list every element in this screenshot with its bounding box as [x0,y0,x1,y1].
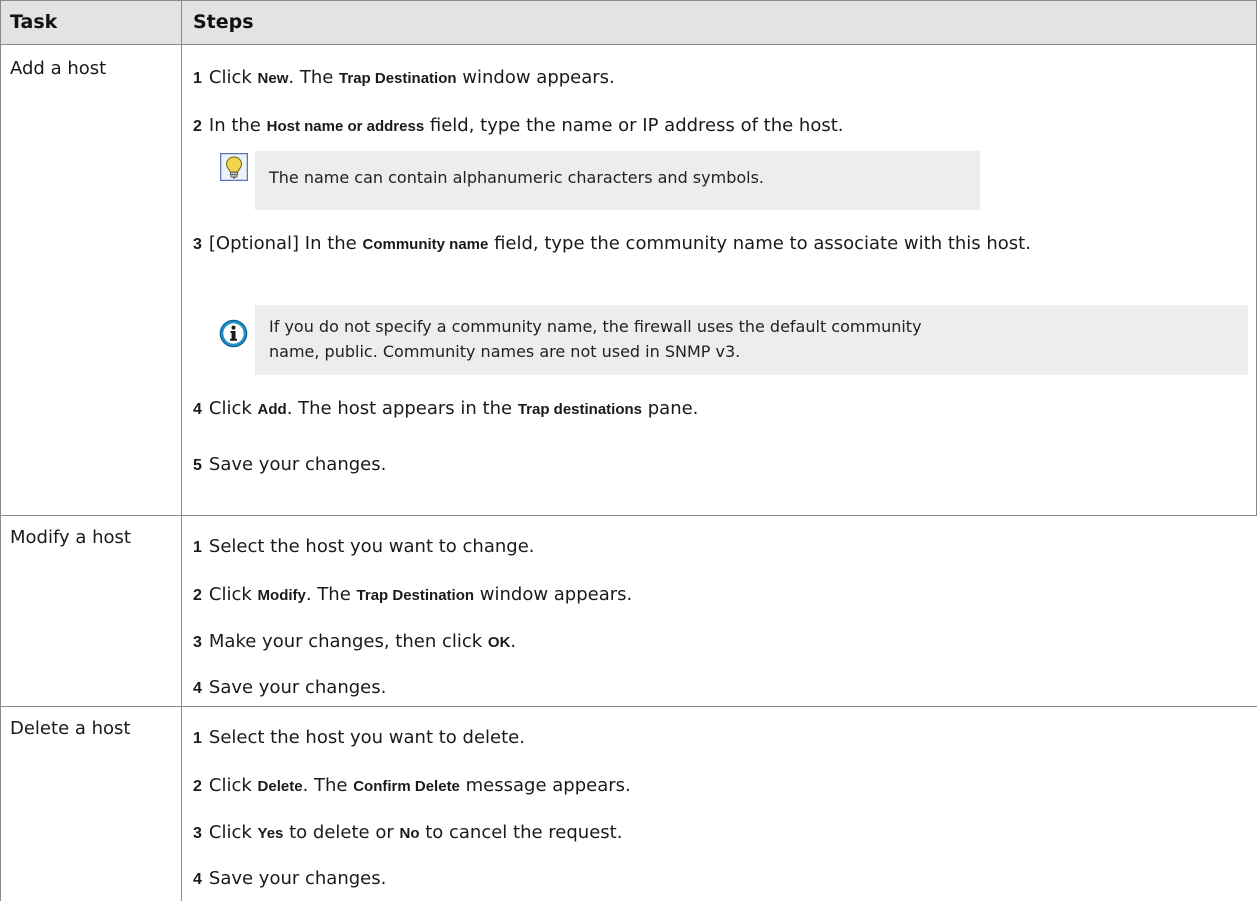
ui-term: Trap Destination [339,70,457,87]
step-number: 3 [193,825,202,842]
note-callout: If you do not specify a community name, … [255,305,1248,375]
step-text: Click [208,67,258,88]
step-text: Save your changes. [208,677,387,698]
step-number: 2 [193,118,202,135]
step-item: 4 Save your changes. [193,867,386,892]
step-item: 2 Click Modify. The Trap Destination wind… [193,583,632,608]
header-divider [0,44,1257,45]
ui-term: Trap Destination [356,587,475,604]
border-left [0,0,1,901]
task-cell: Add a host [10,58,107,79]
step-text: . The [302,775,354,796]
step-item: 3 Click Yes to delete or No to cancel the… [193,821,622,846]
lightbulb-icon [219,152,249,185]
step-item: 2 Click Delete. The Confirm Delete messag… [193,774,631,799]
ui-term: Community name [362,236,489,253]
step-text: field, type the community name to associ… [488,233,1031,254]
ui-term: Confirm Delete [353,778,460,795]
step-item: 1 Select the host you want to delete. [193,726,525,751]
task-cell: Delete a host [10,718,131,739]
step-text: pane. [642,398,699,419]
step-number: 2 [193,778,202,795]
step-number: 3 [193,236,202,253]
ui-term: Trap destinations [517,401,643,418]
step-text: message appears. [459,775,631,796]
step-text: window appears. [456,67,615,88]
ui-term: Add [257,401,287,418]
ui-term: Modify [257,587,306,604]
step-number: 2 [193,587,202,604]
step-number: 4 [193,680,202,697]
step-item: 5 Save your changes. [193,453,386,478]
step-text: Save your changes. [208,868,387,889]
step-number: 4 [193,401,202,418]
step-item: 2 In the Host name or address field, type… [193,114,844,139]
step-text: . The host appears in the [286,398,518,419]
ui-term: Host name or address [266,118,425,135]
ui-term: OK [487,634,511,651]
step-text: . [510,631,517,652]
tip-callout: The name can contain alphanumeric charac… [255,151,980,210]
note-text: If you do not specify a community name, … [269,317,922,336]
step-text: to delete or [283,822,400,843]
row-divider [0,706,1257,707]
step-item: 1 Click New. The Trap Destination window … [193,66,615,91]
step-text: Save your changes. [208,454,387,475]
step-item: 3 Make your changes, then click OK. [193,630,516,655]
step-text: Click [208,822,258,843]
row-divider [0,515,1257,516]
column-divider [181,0,182,901]
ui-term: New [257,70,289,87]
task-cell: Modify a host [10,527,131,548]
header-steps: Steps [193,11,254,33]
table-header: Task Steps [0,0,1257,44]
step-item: 1 Select the host you want to change. [193,535,535,560]
step-text: Click [208,398,258,419]
info-icon [219,319,248,352]
step-number: 1 [193,730,202,747]
step-number: 5 [193,457,202,474]
step-number: 4 [193,871,202,888]
ui-term: Delete [257,778,303,795]
tip-text: The name can contain alphanumeric charac… [269,168,765,187]
step-number: 1 [193,70,202,87]
step-text: Make your changes, then click [208,631,488,652]
step-text: In the [208,115,267,136]
step-item: 4 Save your changes. [193,676,386,701]
step-text: window appears. [474,584,633,605]
step-text: [Optional] In the [208,233,363,254]
step-text: Click [208,584,258,605]
step-text: . The [288,67,340,88]
step-number: 1 [193,539,202,556]
step-text: . The [305,584,357,605]
step-number: 3 [193,634,202,651]
ui-term: Yes [257,825,284,842]
step-item: 4 Click Add. The host appears in the Trap… [193,397,698,422]
step-text: field, type the name or IP address of th… [424,115,844,136]
step-text: Select the host you want to change. [208,536,535,557]
step-text: Click [208,775,258,796]
step-item: 3 [Optional] In the Community name field,… [193,230,1193,259]
note-text: name, public. Community names are not us… [269,342,741,361]
ui-term: No [399,825,420,842]
step-text: Select the host you want to delete. [208,727,525,748]
step-text: to cancel the request. [419,822,623,843]
header-task: Task [10,11,58,33]
border-top [0,0,1257,1]
task-steps-table: Task Steps Add a host 1 Click New. The Tr… [0,0,1257,901]
